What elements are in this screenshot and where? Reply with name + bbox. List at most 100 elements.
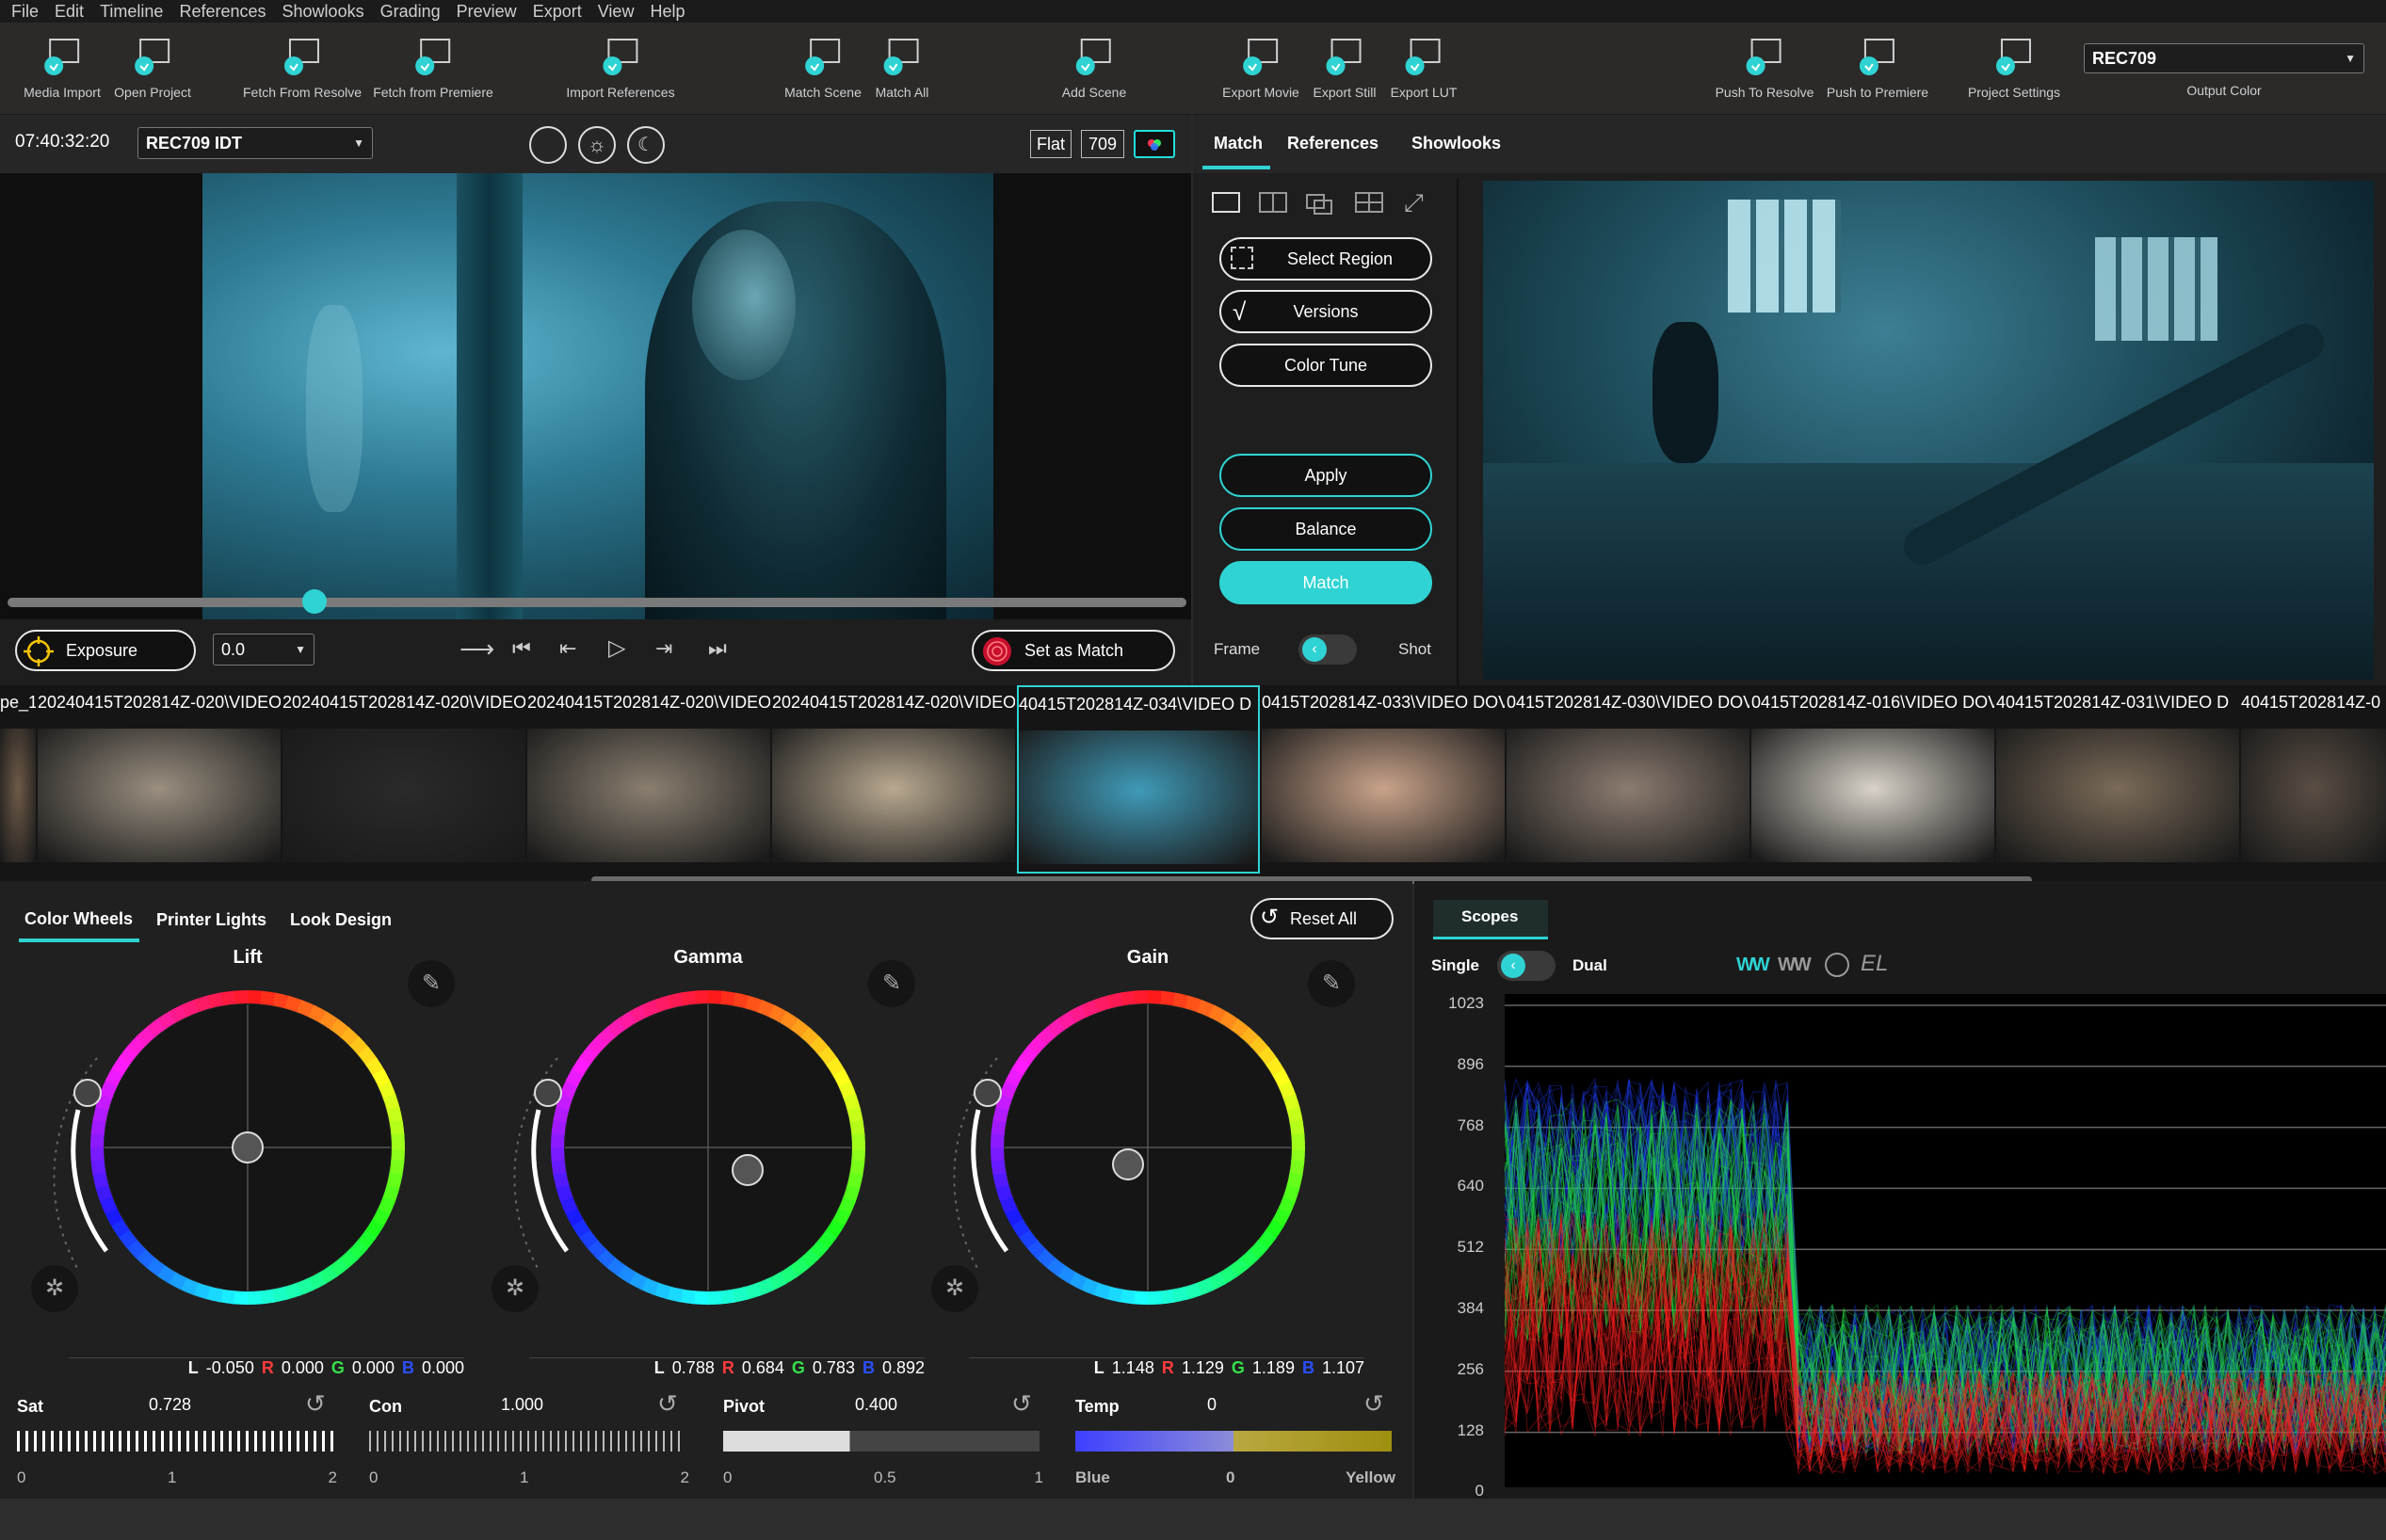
clip-thumbnail[interactable]: 40415T202814Z-031\VIDEO D xyxy=(1996,685,2239,874)
clip-thumbnail[interactable]: 0415T202814Z-030\VIDEO DOV xyxy=(1507,685,1749,874)
tab-color-wheels[interactable]: Color Wheels xyxy=(24,909,133,929)
clip-thumbnail[interactable]: 20240415T202814Z-020\VIDEO xyxy=(38,685,281,874)
frame-shot-toggle[interactable]: ‹ xyxy=(1298,634,1357,665)
arrow-right-icon[interactable]: ⟶ xyxy=(459,634,494,664)
clip-thumbnail[interactable]: 20240415T202814Z-020\VIDEO xyxy=(772,685,1015,874)
clip-thumbnail[interactable]: 0415T202814Z-016\VIDEO DOV xyxy=(1751,685,1994,874)
slider-value[interactable]: 0.400 xyxy=(855,1395,897,1415)
toolbar-button-8[interactable]: Export Movie xyxy=(1222,36,1299,100)
eyedropper-icon[interactable]: ✎ xyxy=(868,960,915,1007)
play-icon[interactable]: ▷ xyxy=(608,634,625,662)
toolbar-button-10[interactable]: Export LUT xyxy=(1391,36,1457,100)
menu-help[interactable]: Help xyxy=(638,0,685,23)
circle-icon[interactable] xyxy=(529,126,567,164)
reset-icon[interactable]: ↺ xyxy=(657,1389,678,1419)
slider-track-temp[interactable] xyxy=(1075,1431,1392,1452)
slider-value[interactable]: 0 xyxy=(1207,1395,1217,1415)
toolbar-button-6[interactable]: Match All xyxy=(876,36,928,100)
balance-button[interactable]: Balance xyxy=(1219,507,1432,551)
toolbar-button-3[interactable]: Fetch from Premiere xyxy=(373,36,493,100)
waveform-icon[interactable]: WW xyxy=(1736,954,1770,976)
clip-thumbnail[interactable]: 20240415T202814Z-020\VIDEO xyxy=(282,685,525,874)
toolbar-button-9[interactable]: Export Still xyxy=(1314,36,1376,100)
toolbar-button-7[interactable]: Add Scene xyxy=(1062,36,1126,100)
match-button[interactable]: Match xyxy=(1219,561,1432,604)
channel-value[interactable]: 1.129 xyxy=(1182,1358,1224,1378)
parade-icon[interactable]: WW xyxy=(1778,954,1812,976)
apply-button[interactable]: Apply xyxy=(1219,454,1432,497)
toolbar-button-1[interactable]: Open Project xyxy=(114,36,191,100)
color-wheel-lift[interactable] xyxy=(50,969,445,1326)
menu-references[interactable]: References xyxy=(168,0,266,23)
channel-value[interactable]: 1.148 xyxy=(1112,1358,1154,1378)
vectorscope-icon[interactable] xyxy=(1825,953,1849,977)
menu-file[interactable]: File xyxy=(0,0,39,23)
slider-track-sat[interactable] xyxy=(17,1431,333,1452)
split-view-icon[interactable] xyxy=(1259,192,1287,213)
channel-value[interactable]: 0.000 xyxy=(422,1358,464,1378)
menu-view[interactable]: View xyxy=(587,0,635,23)
color-tune-button[interactable]: Color Tune xyxy=(1219,344,1432,387)
scrub-handle[interactable] xyxy=(301,589,327,614)
single-view-icon[interactable] xyxy=(1212,192,1240,213)
toolbar-button-4[interactable]: Import References xyxy=(566,36,675,100)
scrub-bar[interactable] xyxy=(8,598,1186,607)
toolbar-button-13[interactable]: Project Settings xyxy=(1968,36,2060,100)
expand-icon[interactable]: ⤢ xyxy=(1404,188,1424,218)
color-wheel-gain[interactable] xyxy=(950,969,1346,1326)
channel-value[interactable]: 0.000 xyxy=(352,1358,395,1378)
slider-value[interactable]: 0.728 xyxy=(149,1395,191,1415)
rgb-icon[interactable] xyxy=(1134,130,1175,158)
brightness-icon[interactable]: ☼ xyxy=(578,126,616,164)
eyedropper-icon[interactable]: ✎ xyxy=(408,960,455,1007)
clip-thumbnail[interactable]: 40415T202814Z-0 xyxy=(2241,685,2386,874)
clip-thumbnail[interactable]: 20240415T202814Z-020\VIDEO xyxy=(527,685,770,874)
exposure-value-select[interactable]: 0.0 ▼ xyxy=(213,634,314,666)
channel-value[interactable]: 1.107 xyxy=(1322,1358,1364,1378)
clip-thumbnail[interactable]: pe_1 xyxy=(0,685,36,874)
picker-icon[interactable]: ✲ xyxy=(31,1265,78,1312)
go-start-icon[interactable]: ⇤ xyxy=(559,636,576,661)
tab-look-design[interactable]: Look Design xyxy=(290,910,392,930)
tab-printer-lights[interactable]: Printer Lights xyxy=(156,910,266,930)
menu-timeline[interactable]: Timeline xyxy=(89,0,163,23)
flat-toggle[interactable]: Flat xyxy=(1030,130,1072,158)
channel-value[interactable]: 0.684 xyxy=(742,1358,784,1378)
clip-thumbnail[interactable]: 40415T202814Z-034\VIDEO D xyxy=(1017,685,1260,874)
channel-value[interactable]: 1.189 xyxy=(1252,1358,1295,1378)
menu-showlooks[interactable]: Showlooks xyxy=(271,0,364,23)
single-dual-toggle[interactable]: ‹ xyxy=(1497,951,1556,981)
toolbar-button-11[interactable]: Push To Resolve xyxy=(1716,36,1814,100)
picker-icon[interactable]: ✲ xyxy=(492,1265,539,1312)
slider-value[interactable]: 1.000 xyxy=(501,1395,543,1415)
rec709-toggle[interactable]: 709 xyxy=(1081,130,1124,158)
el-zone-icon[interactable]: EL xyxy=(1861,951,1888,977)
channel-value[interactable]: 0.788 xyxy=(672,1358,715,1378)
menu-preview[interactable]: Preview xyxy=(445,0,517,23)
idt-select[interactable]: REC709 IDT ▼ xyxy=(137,127,373,159)
tab-showlooks[interactable]: Showlooks xyxy=(1411,134,1501,153)
clip-thumbnail[interactable]: 0415T202814Z-033\VIDEO DOV xyxy=(1262,685,1505,874)
channel-value[interactable]: 0.892 xyxy=(882,1358,925,1378)
versions-button[interactable]: Versions xyxy=(1219,290,1432,333)
moon-icon[interactable]: ☾ xyxy=(627,126,665,164)
toolbar-button-5[interactable]: Match Scene xyxy=(784,36,862,100)
step-forward-icon[interactable]: ⏭ xyxy=(708,636,727,661)
toolbar-button-0[interactable]: Media Import xyxy=(24,36,101,100)
reset-icon[interactable]: ↺ xyxy=(305,1389,326,1419)
channel-value[interactable]: 0.000 xyxy=(282,1358,324,1378)
menu-grading[interactable]: Grading xyxy=(369,0,441,23)
channel-value[interactable]: -0.050 xyxy=(206,1358,254,1378)
menu-export[interactable]: Export xyxy=(522,0,582,23)
toolbar-button-2[interactable]: Fetch From Resolve xyxy=(243,36,362,100)
eyedropper-icon[interactable]: ✎ xyxy=(1308,960,1355,1007)
quad-view-icon[interactable] xyxy=(1355,192,1383,213)
channel-value[interactable]: 0.783 xyxy=(813,1358,855,1378)
step-back-icon[interactable]: ⏮ xyxy=(512,636,531,661)
tab-match[interactable]: Match xyxy=(1214,134,1263,153)
toolbar-button-12[interactable]: Push to Premiere xyxy=(1827,36,1928,100)
slider-track-pivot[interactable] xyxy=(723,1431,1040,1452)
output-color-select[interactable]: REC709 ▼ xyxy=(2084,43,2364,73)
tab-scopes[interactable]: Scopes xyxy=(1461,907,1518,926)
reset-icon[interactable]: ↺ xyxy=(1011,1389,1032,1419)
